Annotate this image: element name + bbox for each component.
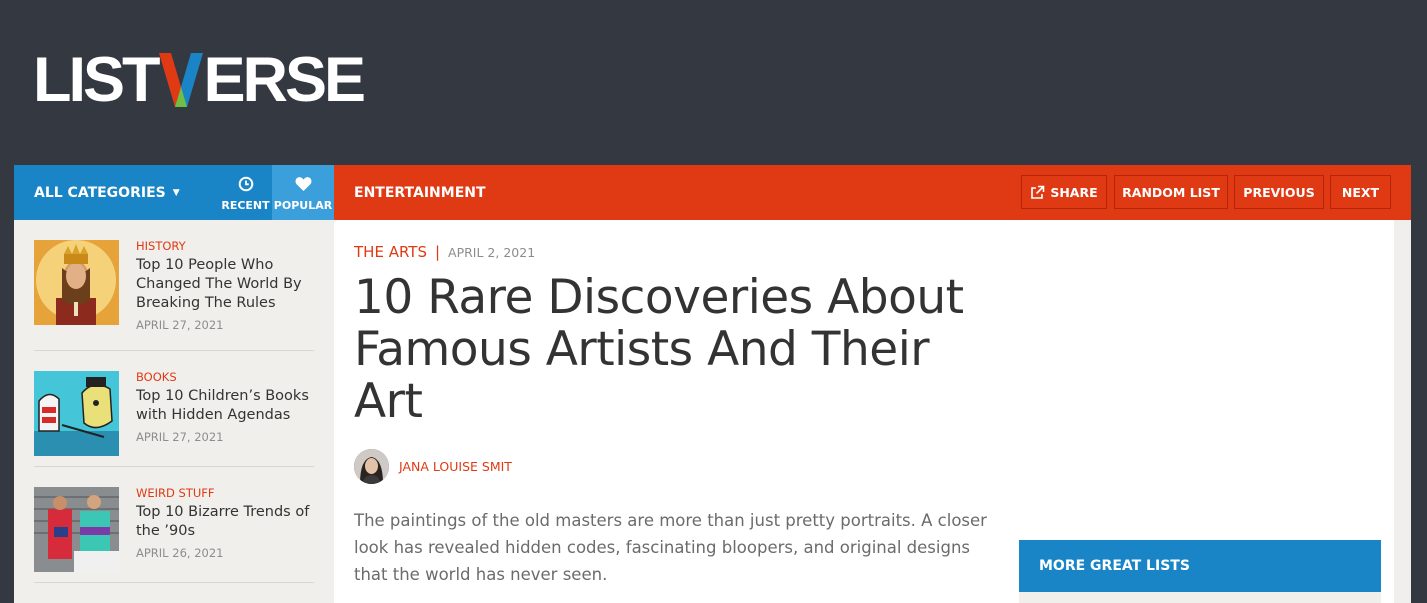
sidebar-item-title[interactable]: Top 10 Children’s Books with Hidden Agen… [136, 387, 314, 425]
thumbnail-image[interactable] [34, 240, 119, 325]
list-item[interactable]: BOOKS Top 10 Children’s Books with Hidde… [34, 351, 314, 467]
article-title: 10 Rare Discoveries About Famous Artists… [354, 270, 964, 429]
portrait-image [34, 240, 119, 325]
listverse-logo[interactable]: LIST ERSE [33, 45, 367, 115]
photo-image [34, 487, 119, 572]
author-name[interactable]: JANA LOUISE SMIT [399, 459, 512, 474]
meta-separator: | [434, 243, 441, 261]
nav-left-panel: ALL CATEGORIES ▼ RECENT [14, 165, 272, 220]
all-categories-button[interactable]: ALL CATEGORIES ▼ [34, 165, 180, 220]
sidebar-item-title[interactable]: Top 10 People Who Changed The World By B… [136, 256, 314, 313]
all-categories-label: ALL CATEGORIES [34, 184, 166, 201]
cartoon-image [34, 371, 119, 456]
heart-icon [295, 177, 311, 191]
section-title[interactable]: ENTERTAINMENT [354, 165, 486, 220]
right-gutter [1394, 220, 1411, 603]
site-header: LIST ERSE [0, 0, 1427, 165]
tab-recent-label: RECENT [221, 199, 270, 212]
article-main: THE ARTS | APRIL 2, 2021 10 Rare Discove… [334, 220, 1411, 603]
tab-popular-label: POPULAR [273, 199, 333, 212]
previous-button[interactable]: PREVIOUS [1234, 175, 1324, 209]
main-nav: ALL CATEGORIES ▼ RECENT POPULAR ENTERTAI… [14, 165, 1411, 220]
clock-icon [238, 176, 253, 192]
article-intro: The paintings of the old masters are mor… [354, 511, 987, 584]
article-date: APRIL 2, 2021 [448, 244, 536, 260]
logo-text-left: LIST [33, 45, 160, 115]
sidebar-item-date: APRIL 27, 2021 [136, 430, 224, 444]
external-link-icon [1031, 185, 1045, 199]
logo-v-icon [158, 53, 203, 107]
more-great-lists-header: MORE GREAT LISTS [1019, 540, 1381, 592]
thumbnail-image[interactable] [34, 487, 119, 572]
next-button[interactable]: NEXT [1330, 175, 1391, 209]
sidebar-item-category[interactable]: HISTORY [136, 239, 314, 253]
author-byline: JANA LOUISE SMIT [354, 448, 512, 484]
caret-down-icon: ▼ [172, 187, 180, 198]
thumbnail-image[interactable] [34, 371, 119, 456]
logo-text-right: ERSE [203, 45, 367, 115]
tab-popular[interactable]: POPULAR [272, 165, 334, 220]
share-button[interactable]: SHARE [1021, 175, 1107, 209]
more-great-lists-body [1019, 592, 1381, 603]
sidebar-item-category[interactable]: WEIRD STUFF [136, 486, 314, 500]
sidebar: HISTORY Top 10 People Who Changed The Wo… [14, 220, 334, 603]
list-item[interactable]: WEIRD STUFF Top 10 Bizarre Trends of the… [34, 467, 314, 583]
nav-right-panel: ENTERTAINMENT SHARE RANDOM LIST PREVIOUS… [334, 165, 1411, 220]
article-category[interactable]: THE ARTS [354, 243, 427, 261]
tab-recent[interactable]: RECENT [219, 165, 272, 220]
avatar-image [354, 448, 389, 484]
random-list-button[interactable]: RANDOM LIST [1114, 175, 1228, 209]
list-item[interactable]: HISTORY Top 10 People Who Changed The Wo… [34, 239, 314, 351]
sidebar-item-date: APRIL 26, 2021 [136, 546, 224, 560]
sidebar-item-date: APRIL 27, 2021 [136, 318, 224, 332]
sidebar-item-category[interactable]: BOOKS [136, 370, 314, 384]
sidebar-item-title[interactable]: Top 10 Bizarre Trends of the ’90s [136, 503, 314, 541]
share-label: SHARE [1050, 184, 1098, 200]
author-avatar[interactable] [354, 448, 389, 484]
article-meta: THE ARTS | APRIL 2, 2021 [354, 243, 535, 261]
